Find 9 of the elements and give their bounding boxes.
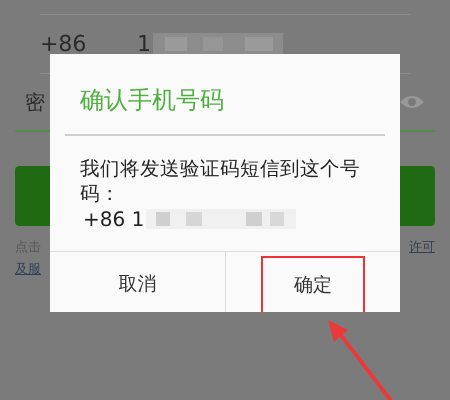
dialog-message: 我们将发送验证码短信到这个号码：	[80, 156, 361, 206]
phone-number: 1	[137, 32, 151, 56]
dialog-button[interactable]: 确定	[260, 256, 365, 312]
eye-icon[interactable]	[399, 94, 425, 110]
country-code: +86	[40, 32, 88, 56]
dialog-phone: +86 1	[83, 207, 144, 231]
dialog-title: 确认手机号码	[79, 85, 225, 116]
dialog-button[interactable]: 取消	[85, 256, 190, 312]
password-label: 密	[25, 88, 45, 116]
